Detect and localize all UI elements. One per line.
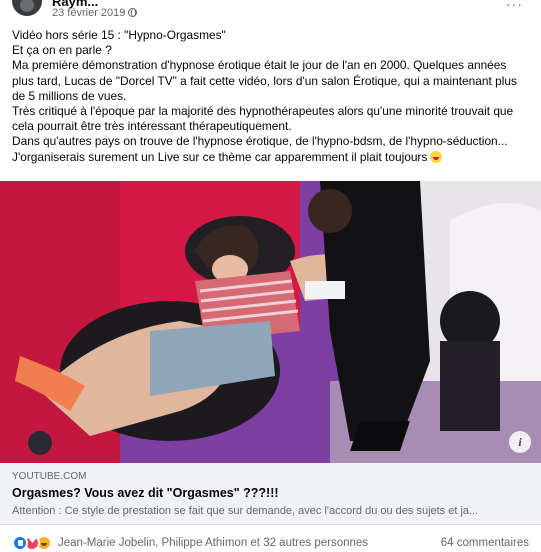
date-separator: · <box>121 6 125 18</box>
post-line: Très critiqué à l'époque par la majorité… <box>12 104 514 119</box>
post-body: Vidéo hors série 15 : "Hypno-Orgasmes" E… <box>12 28 534 165</box>
post-line: Vidéo hors série 15 : "Hypno-Orgasmes" <box>12 28 226 42</box>
author-avatar[interactable] <box>12 0 42 16</box>
post-line: de 5 millions de vues. <box>12 88 127 103</box>
comments-count[interactable]: 64 commentaires <box>441 537 529 549</box>
globe-icon <box>128 8 137 17</box>
reactors-summary[interactable]: Jean-Marie Jobelin, Philippe Athimon et … <box>58 537 368 549</box>
post-footer: Jean-Marie Jobelin, Philippe Athimon et … <box>0 533 541 552</box>
grinning-squinting-face-icon <box>430 150 443 163</box>
link-title[interactable]: Orgasmes? Vous avez dit "Orgasmes" ???!!… <box>12 486 279 500</box>
thumbnail-image <box>0 181 541 463</box>
link-preview[interactable]: YOUTUBE.COM Orgasmes? Vous avez dit "Org… <box>0 463 541 525</box>
info-icon[interactable]: i <box>509 431 531 453</box>
post-date[interactable]: 23 février 2019 <box>52 7 125 19</box>
more-options-icon[interactable]: ··· <box>506 0 523 12</box>
post-line: Ma première démonstration d'hypnose érot… <box>12 58 507 73</box>
link-description: Attention : Ce style de prestation se fa… <box>12 505 479 517</box>
link-domain: YOUTUBE.COM <box>12 471 87 482</box>
video-thumbnail[interactable]: i <box>0 181 541 463</box>
post-line: Dans qu'autres pays on trouve de l'hypno… <box>12 134 508 149</box>
post-line: plus tard, Lucas de "Dorcel TV" a fait c… <box>12 73 517 88</box>
post-line-last: J'organiserais surement un Live sur ce t… <box>12 150 534 165</box>
post-line: Et ça on en parle ? <box>12 43 112 58</box>
post-line: cela pourrait être très intéressant thér… <box>12 119 292 134</box>
post-line-text: J'organiserais surement un Live sur ce t… <box>12 149 428 164</box>
post-header: Raym... 23 février 2019 · ··· <box>0 0 541 24</box>
like-icon <box>12 535 28 551</box>
